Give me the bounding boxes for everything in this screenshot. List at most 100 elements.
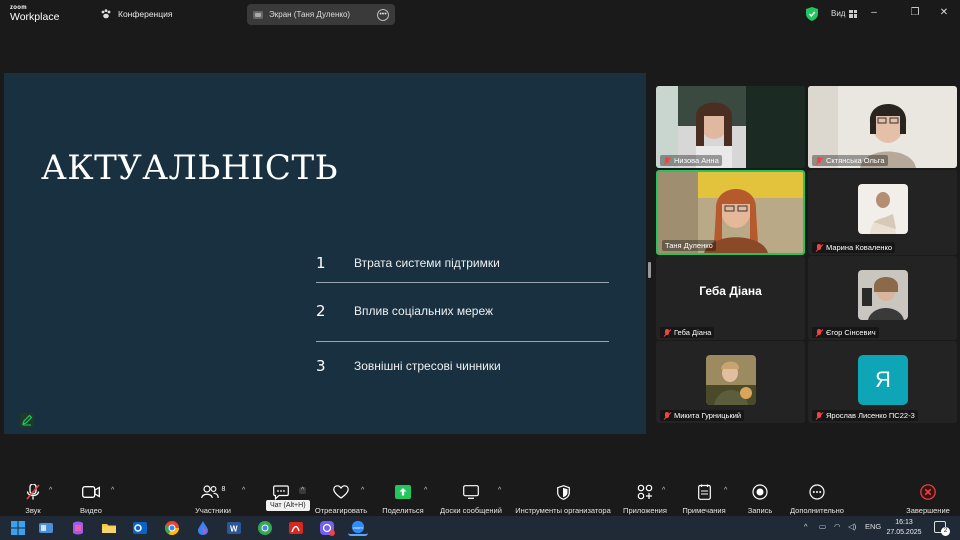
share-screen-icon: [394, 484, 412, 500]
share-options-caret-icon[interactable]: ^: [424, 487, 427, 494]
video-tile[interactable]: Сктянська Ольга: [808, 86, 957, 168]
taskbar-clock[interactable]: 16:13 27.05.2025: [886, 518, 922, 538]
more-button[interactable]: Дополнительно: [788, 478, 846, 516]
app-drop-icon[interactable]: [195, 520, 211, 536]
apps-options-caret-icon[interactable]: ^: [662, 487, 665, 494]
grid-view-icon: [849, 9, 858, 18]
video-tile[interactable]: Геба Діана Геба Діана: [656, 256, 805, 340]
participant-name: Єгор Сінсевич: [812, 327, 879, 338]
video-tile[interactable]: Низова Анна: [656, 86, 805, 168]
participant-name: Ярослав Лисенко ПС22-3: [812, 410, 918, 421]
security-shield-icon[interactable]: [806, 7, 818, 21]
viber-icon[interactable]: [319, 520, 335, 536]
participants-button[interactable]: 8 Участники: [192, 478, 234, 516]
chrome-icon[interactable]: [164, 520, 180, 536]
zoom-window: zoom Workplace Конференция Экран (Таня Д…: [0, 0, 960, 540]
whiteboards-button[interactable]: Доски сообщений: [438, 478, 504, 516]
react-button[interactable]: Отреагировать: [315, 478, 367, 516]
more-options-icon[interactable]: •••: [377, 8, 389, 21]
audio-options-caret-icon[interactable]: ^: [49, 487, 52, 494]
copilot-icon[interactable]: [70, 520, 86, 536]
notification-icon[interactable]: 2: [934, 521, 950, 536]
record-icon: [751, 484, 769, 500]
audio-button[interactable]: Звук: [18, 478, 48, 516]
wifi-icon: ◠: [834, 522, 841, 531]
zoom-logo: zoom Workplace: [10, 5, 60, 23]
mic-muted-icon: [663, 411, 671, 420]
participant-name: Геба Діана: [660, 327, 715, 338]
file-explorer-icon[interactable]: [101, 520, 117, 536]
end-meeting-button[interactable]: Завершение: [904, 478, 952, 516]
notes-button[interactable]: Примечания: [680, 478, 728, 516]
battery-icon: ▭: [819, 522, 827, 531]
chat-options-caret-icon[interactable]: ^: [299, 487, 307, 494]
end-call-icon: [919, 484, 937, 500]
video-tile[interactable]: Микита Гурницький: [656, 341, 805, 423]
chrome-profile-icon[interactable]: [257, 520, 273, 536]
video-camera-icon: [82, 484, 100, 500]
mic-muted-icon: [663, 328, 671, 337]
apps-button[interactable]: Приложения: [622, 478, 668, 516]
mic-muted-icon: [815, 156, 823, 165]
whiteboards-options-caret-icon[interactable]: ^: [498, 487, 501, 494]
panel-splitter-handle[interactable]: [648, 262, 651, 278]
participant-display-name: Геба Діана: [699, 284, 762, 298]
annotate-pen-icon[interactable]: [20, 413, 34, 427]
participant-letter-avatar: Я: [858, 355, 908, 405]
screen-share-indicator[interactable]: Экран (Таня Дуленко) •••: [247, 4, 395, 25]
host-tools-button[interactable]: Инструменты организатора: [514, 478, 612, 516]
video-tile-active-speaker[interactable]: Таня Дуленко: [656, 170, 805, 255]
participant-avatar: [858, 184, 908, 234]
participants-options-caret-icon[interactable]: ^: [242, 487, 245, 494]
share-button[interactable]: Поделиться: [382, 478, 424, 516]
meeting-toolbar: Звук ^ Видео ^ 8 Участники ^ ^ Отреагиро…: [0, 478, 960, 516]
top-bar: zoom Workplace Конференция Экран (Таня Д…: [0, 0, 960, 30]
shield-icon: [554, 484, 572, 500]
svg-text:zoom: zoom: [353, 525, 363, 530]
word-icon[interactable]: W: [226, 520, 242, 536]
apps-icon: [636, 484, 654, 500]
slide-item: 3 Зовнішні стресові чинники: [316, 357, 501, 375]
video-button[interactable]: Видео: [76, 478, 106, 516]
mic-muted-icon: [24, 484, 42, 500]
participant-name: Таня Дуленко: [662, 240, 716, 251]
mic-muted-icon: [815, 243, 823, 252]
windows-start-icon[interactable]: [10, 520, 26, 536]
windows-taskbar: W zoom ^ ▭ ◠ ◁) ENG 16:13 27.05.2025 2: [0, 516, 960, 540]
svg-text:W: W: [230, 525, 238, 534]
restore-icon[interactable]: ❐: [909, 7, 921, 18]
minimize-icon[interactable]: –: [868, 7, 880, 18]
participant-avatar: [858, 270, 908, 320]
video-tile[interactable]: Єгор Сінсевич: [808, 256, 957, 340]
slide-title: АКТУАЛЬНІСТЬ: [41, 148, 339, 188]
tray-overflow-chevron-icon[interactable]: ^: [804, 522, 808, 531]
view-button[interactable]: Вид: [831, 9, 858, 18]
heart-icon: [332, 484, 350, 500]
conference-info-button[interactable]: Конференция: [100, 8, 172, 20]
video-tile[interactable]: Марина Коваленко: [808, 170, 957, 255]
whiteboard-icon: [462, 484, 480, 500]
record-button[interactable]: Запись: [744, 478, 776, 516]
video-tile[interactable]: Я Ярослав Лисенко ПС22-3: [808, 341, 957, 423]
screen-thumb-icon: [253, 10, 263, 19]
outlook-icon[interactable]: [132, 520, 148, 536]
participant-name: Микита Гурницький: [660, 410, 745, 421]
notes-options-caret-icon[interactable]: ^: [724, 487, 727, 494]
close-icon[interactable]: ✕: [938, 7, 950, 18]
widgets-icon[interactable]: [38, 520, 54, 536]
slide-divider: [316, 341, 609, 342]
participant-name: Марина Коваленко: [812, 242, 896, 253]
notification-count-badge: 2: [941, 527, 950, 536]
zoom-taskbar-icon[interactable]: zoom: [348, 520, 368, 536]
video-options-caret-icon[interactable]: ^: [111, 487, 114, 494]
volume-icon[interactable]: ◁): [848, 522, 856, 531]
react-options-caret-icon[interactable]: ^: [361, 487, 364, 494]
participant-name: Сктянська Ольга: [812, 155, 888, 166]
more-dots-icon: [808, 484, 826, 500]
shared-screen[interactable]: АКТУАЛЬНІСТЬ 1 Втрата системи підтримки …: [4, 73, 646, 434]
notes-icon: [695, 484, 713, 500]
mic-muted-icon: [815, 328, 823, 337]
input-language[interactable]: ENG: [865, 522, 881, 531]
slide-divider: [316, 282, 609, 283]
acrobat-icon[interactable]: [288, 520, 304, 536]
